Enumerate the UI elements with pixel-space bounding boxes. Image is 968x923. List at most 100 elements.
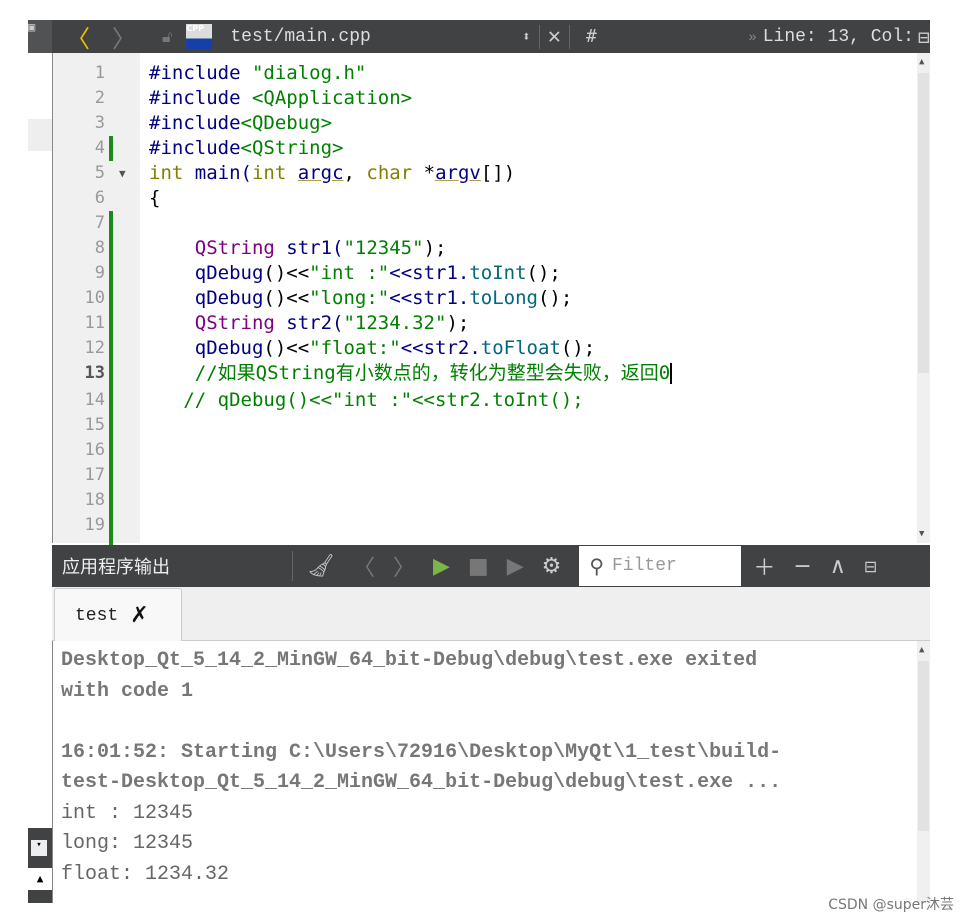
text-cursor — [670, 363, 673, 384]
clear-icon[interactable]: 🧹︎ — [307, 554, 335, 579]
code-token: argv — [435, 162, 481, 184]
line-number: 1 — [94, 63, 105, 83]
cpp-icon-label: CPP — [186, 23, 204, 33]
close-icon[interactable]: ✕ — [548, 24, 561, 49]
output-scrollbar[interactable]: ▲ — [917, 641, 930, 903]
divider — [292, 551, 293, 581]
code-token: <QDebug> — [240, 112, 333, 134]
editor-scrollbar[interactable]: ▲ ▼ — [917, 53, 930, 543]
code-line[interactable]: { — [149, 186, 160, 211]
back-arrow-icon[interactable]: 〈 — [66, 19, 90, 54]
output-line: test-Desktop_Qt_5_14_2_MinGW_64_bit-Debu… — [61, 771, 782, 794]
application-output[interactable]: Desktop_Qt_5_14_2_MinGW_64_bit-Debug\deb… — [52, 641, 918, 903]
code-token: "1234.32" — [343, 312, 447, 334]
code-token: <QApplication> — [251, 87, 413, 109]
stop-icon[interactable]: ■ — [468, 554, 489, 579]
code-token: main( — [183, 162, 252, 184]
code-line[interactable]: QString str1("12345"); — [149, 236, 447, 261]
code-token: <<str1. — [389, 287, 470, 309]
tab-test[interactable]: test ✗ — [54, 588, 182, 642]
scroll-up-icon[interactable]: ▲ — [919, 645, 924, 655]
code-line[interactable]: //如果QString有小数点的，转化为整型会失败，返回0 — [149, 361, 673, 386]
code-token: str1( — [274, 237, 344, 259]
line-number: 14 — [84, 390, 105, 410]
code-token: <QString> — [240, 137, 344, 159]
code-line[interactable]: #include <QApplication> — [149, 86, 412, 111]
code-line[interactable]: #include<QString> — [149, 136, 343, 161]
file-selector[interactable]: test/main.cpp — [230, 27, 370, 47]
code-line[interactable]: int main(int argc, char *argv[]) — [149, 161, 515, 186]
left-pane-icon[interactable]: ▣ — [28, 20, 52, 53]
code-token: #include — [149, 87, 252, 109]
split-icon[interactable]: ⊟ — [918, 25, 930, 49]
code-line[interactable]: // qDebug()<<"int :"<<str2.toInt(); — [149, 388, 583, 413]
lock-icon[interactable]: 🔓︎ — [162, 27, 172, 47]
code-token: qDebug — [194, 337, 264, 359]
expand-up-icon[interactable]: ▲ — [28, 868, 52, 890]
divider — [538, 24, 540, 49]
updown-icon[interactable]: ⬍ — [522, 29, 530, 45]
line-number: 9 — [94, 263, 105, 283]
debug-run-icon[interactable]: ▶ — [507, 554, 524, 579]
code-token: char — [366, 162, 413, 184]
settings-icon[interactable]: ⚙ — [542, 554, 562, 579]
change-marker — [109, 211, 113, 556]
scroll-thumb[interactable] — [918, 661, 929, 831]
fold-arrow-icon[interactable]: ▼ — [119, 167, 126, 180]
code-line[interactable]: qDebug()<<"long:"<<str1.toLong(); — [149, 286, 573, 311]
maximize-icon[interactable]: ∧ — [830, 554, 846, 579]
code-token: "float:" — [309, 337, 401, 359]
search-icon: ⚲ — [589, 554, 604, 578]
code-token: toInt — [469, 262, 527, 284]
code-token: str2( — [274, 312, 344, 334]
scroll-down-icon[interactable]: ▼ — [919, 529, 924, 539]
code-line[interactable]: qDebug()<<"int :"<<str1.toInt(); — [149, 261, 561, 286]
code-token: #include — [149, 62, 252, 84]
run-icon[interactable]: ▶ — [433, 554, 450, 579]
code-token: <<str2. — [400, 337, 481, 359]
prev-icon[interactable]: 〈 — [353, 550, 375, 582]
code-token: ()<< — [263, 287, 310, 309]
code-token: int — [251, 162, 287, 184]
output-line: 16:01:52: Starting C:\Users\72916\Deskto… — [61, 740, 782, 764]
hide-icon[interactable]: ⊟ — [864, 557, 877, 576]
left-sidebar — [28, 53, 53, 543]
line-number: 7 — [94, 213, 105, 233]
filter-placeholder: Filter — [612, 556, 677, 576]
scroll-up-icon[interactable]: ▲ — [919, 57, 924, 67]
code-line[interactable]: #include<QDebug> — [149, 111, 332, 136]
symbol-selector[interactable]: # — [586, 26, 597, 47]
filter-input[interactable]: ⚲ Filter — [579, 546, 742, 586]
line-col-indicator[interactable]: » Line: 13, Col: — [748, 27, 914, 47]
change-marker — [109, 136, 113, 161]
panel-icon[interactable]: ▾ — [31, 840, 47, 856]
line-number: 16 — [84, 440, 105, 460]
line-number: 4 — [94, 138, 105, 158]
code-token: toLong — [469, 287, 538, 309]
code-token: QString — [194, 237, 275, 259]
code-token: #include — [149, 137, 241, 159]
code-line[interactable]: qDebug()<<"float:"<<str2.toFloat(); — [149, 336, 595, 361]
code-token: "dialog.h" — [251, 62, 367, 84]
output-line: with code 1 — [61, 679, 194, 703]
output-line: long: 12345 — [61, 832, 194, 855]
code-editor[interactable]: #include "dialog.h" #include <QApplicatio… — [140, 53, 917, 543]
output-line: float: 1234.32 — [61, 862, 230, 886]
next-icon[interactable]: 〉 — [393, 550, 415, 582]
code-token: qDebug — [194, 262, 264, 284]
forward-arrow-icon[interactable]: 〉 — [112, 19, 136, 54]
scroll-thumb[interactable] — [918, 73, 929, 373]
line-number: 5 — [94, 163, 105, 183]
code-line[interactable]: #include "dialog.h" — [149, 61, 366, 86]
code-line[interactable]: QString str2("1234.32"); — [149, 311, 470, 336]
zoom-in-icon[interactable]: ＋ — [753, 550, 775, 582]
line-number: 6 — [94, 188, 105, 208]
zoom-out-icon[interactable]: − — [793, 554, 811, 579]
code-token: []) — [480, 162, 516, 184]
close-tab-icon[interactable]: ✗ — [130, 603, 148, 628]
code-token: <<str1. — [389, 262, 470, 284]
